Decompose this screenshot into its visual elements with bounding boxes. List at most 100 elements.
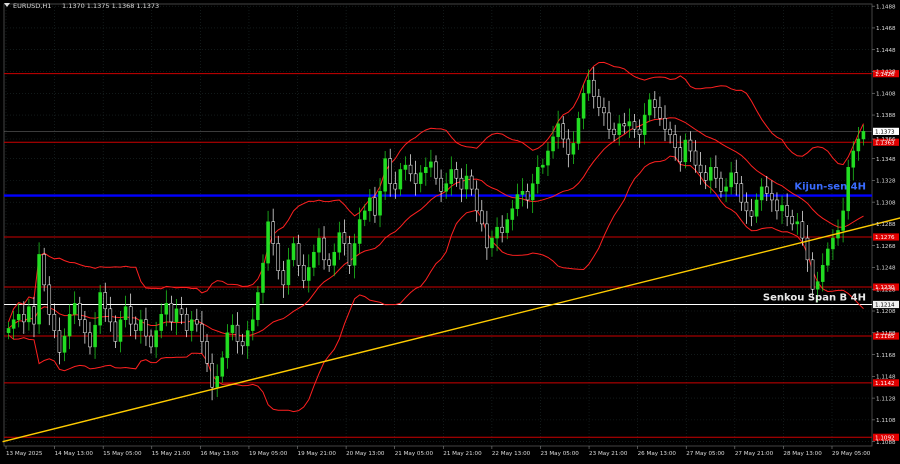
candle-body — [93, 324, 97, 348]
candle-body — [164, 303, 169, 315]
quote-label: 1.1370 1.1375 1.1368 1.1373 — [62, 2, 159, 10]
candle-body — [439, 177, 443, 192]
x-tick-label: 29 May 05:00 — [832, 451, 871, 457]
candle-body — [653, 99, 657, 108]
candle-body — [530, 183, 535, 201]
x-tick-label: 19 May 21:00 — [298, 451, 337, 457]
candle-body — [581, 93, 586, 119]
level-price-label: 1.1276 — [875, 235, 895, 241]
candle-body — [57, 330, 62, 353]
candle-body — [775, 199, 779, 212]
candle-body — [841, 210, 845, 231]
candle-body — [301, 265, 306, 281]
candle-body — [464, 175, 469, 190]
candle-body — [449, 169, 454, 184]
candle-body — [373, 197, 377, 216]
candle-body — [357, 219, 362, 244]
candle-body — [98, 292, 102, 326]
y-tick-label: 1.1348 — [876, 157, 896, 163]
y-tick-label: 1.1388 — [876, 113, 896, 119]
candle-body — [495, 226, 499, 239]
candle-body — [703, 172, 708, 181]
y-tick-label: 1.1428 — [876, 70, 896, 76]
candle-body — [693, 150, 698, 166]
candle-body — [444, 183, 448, 192]
candle-body — [861, 131, 866, 140]
y-tick-label: 1.1088 — [876, 440, 896, 446]
candle-body — [67, 314, 72, 337]
candle-body — [362, 210, 367, 220]
candle-body — [724, 186, 728, 192]
y-tick-label: 1.1308 — [876, 200, 896, 206]
candle-body — [291, 243, 296, 261]
candle-body — [714, 167, 718, 179]
candle-body — [230, 324, 235, 334]
candle-body — [647, 99, 652, 116]
candle-body — [586, 79, 591, 94]
x-tick-label: 23 May 05:00 — [540, 451, 579, 457]
candle-body — [525, 191, 530, 201]
candle-body — [759, 186, 764, 201]
symbol-label: EURUSD,H1 — [13, 2, 51, 10]
y-tick-label: 1.1448 — [876, 48, 896, 54]
candle-body — [184, 314, 189, 331]
candle-body — [510, 208, 515, 220]
current-price-label: 1.1373 — [875, 129, 895, 135]
y-tick-label: 1.1408 — [876, 91, 896, 97]
candle-body — [113, 321, 118, 342]
candle-body — [139, 319, 143, 331]
candle-body — [210, 363, 214, 388]
candle-body — [245, 330, 250, 347]
y-tick-label: 1.1288 — [876, 222, 896, 228]
candle-body — [83, 319, 87, 334]
candle-body — [622, 123, 627, 127]
candle-body — [312, 251, 316, 268]
candle-body — [281, 270, 286, 286]
candle-body — [500, 226, 504, 233]
candle-body — [307, 267, 311, 281]
candle-body — [505, 219, 510, 233]
candle-body — [42, 254, 46, 286]
candle-body — [434, 161, 438, 179]
candle-body — [215, 376, 219, 388]
candle-body — [678, 147, 683, 163]
candle-body — [189, 319, 194, 331]
x-tick-label: 20 May 13:00 — [346, 451, 385, 457]
candle-body — [6, 328, 11, 334]
candle-body — [571, 143, 576, 155]
candle-body — [393, 183, 398, 190]
candle-body — [388, 158, 392, 184]
candle-body — [179, 308, 184, 315]
candle-body — [815, 281, 820, 290]
y-tick-label: 1.1488 — [876, 4, 896, 10]
candle-body — [322, 237, 326, 261]
candle-body — [469, 175, 474, 190]
candle-body — [541, 164, 545, 168]
candle-body — [607, 112, 611, 130]
candle-body — [785, 205, 789, 217]
candle-body — [332, 251, 337, 266]
candle-body — [342, 232, 347, 244]
candle-body — [485, 223, 489, 249]
candle-body — [296, 243, 301, 266]
candle-body — [32, 306, 36, 325]
candle-body — [831, 237, 835, 250]
y-tick-label: 1.1208 — [876, 309, 896, 315]
candle-body — [856, 138, 861, 152]
x-tick-label: 21 May 21:00 — [443, 451, 482, 457]
candle-body — [597, 96, 601, 108]
candle-body — [72, 303, 77, 315]
x-tick-label: 27 May 05:00 — [686, 451, 725, 457]
candle-body — [642, 114, 647, 135]
candle-body — [383, 158, 387, 192]
candle-body — [617, 123, 621, 135]
candle-body — [286, 259, 291, 286]
candle-body — [398, 169, 403, 190]
candle-body — [403, 164, 408, 170]
candle-body — [551, 136, 555, 152]
candle-body — [810, 259, 815, 290]
candle-body — [235, 324, 240, 342]
candle-body — [317, 237, 321, 253]
candle-body — [668, 128, 672, 135]
candle-body — [169, 303, 174, 323]
